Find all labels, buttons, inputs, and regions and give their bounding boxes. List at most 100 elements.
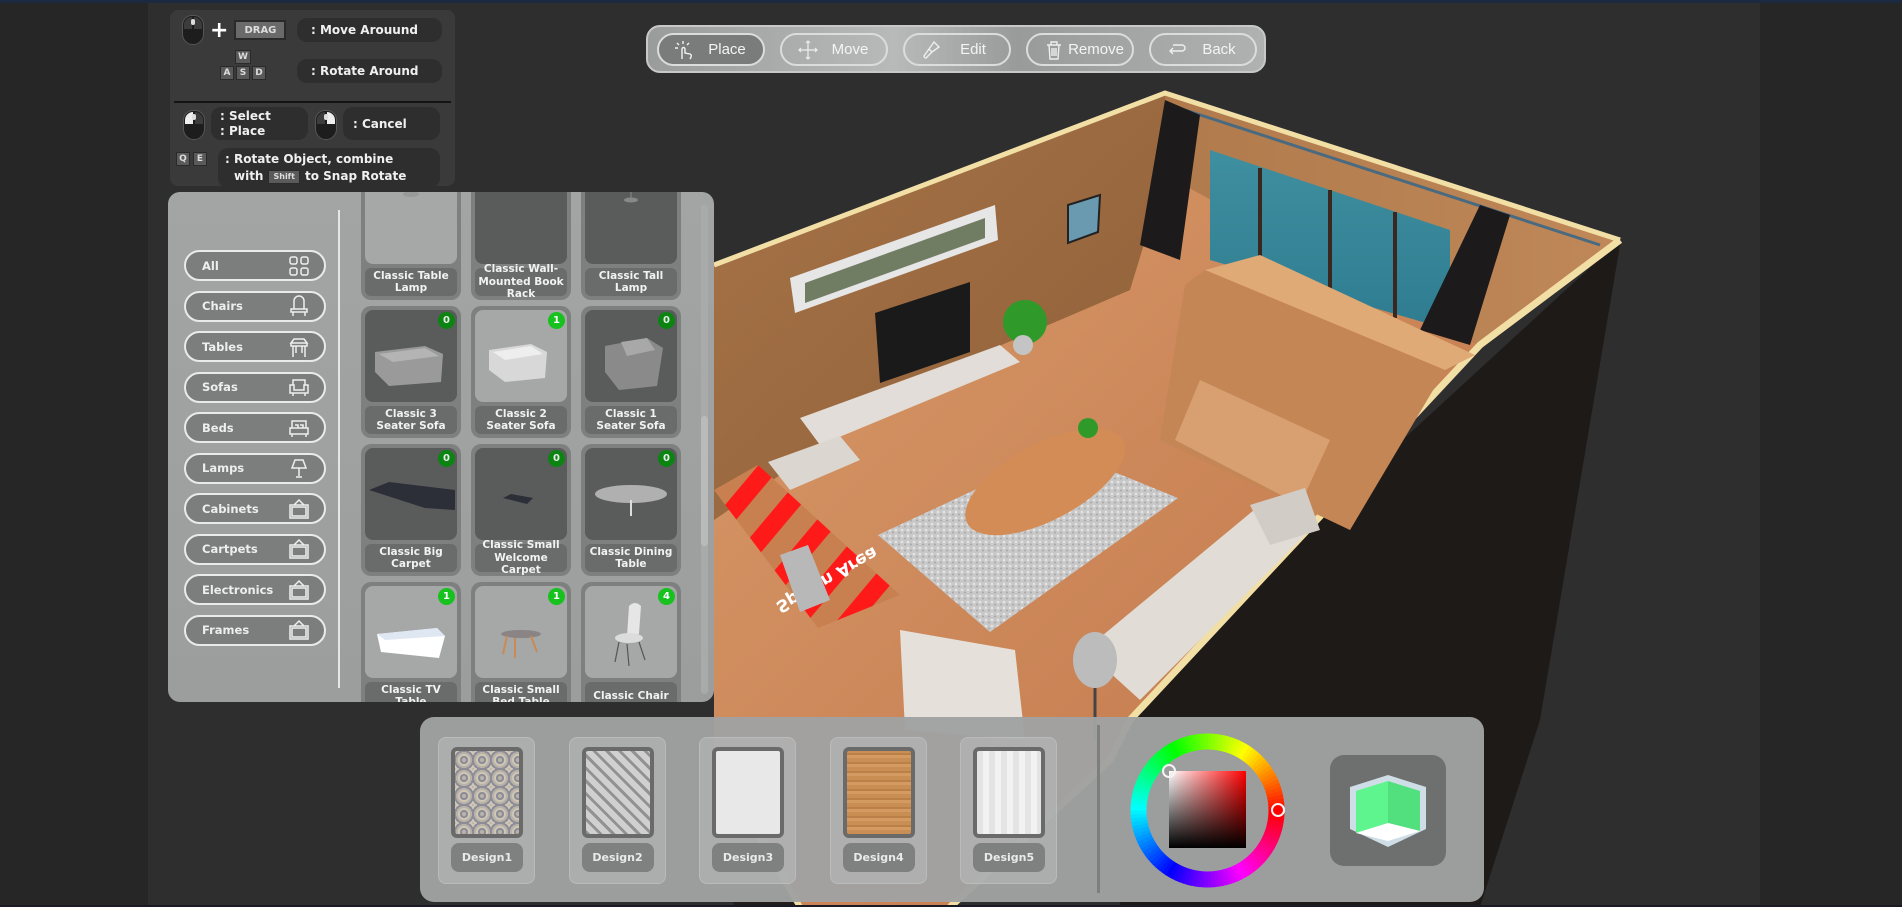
rotate-object-line1: : Rotate Object, combine bbox=[225, 152, 394, 166]
design-option-3[interactable]: Design3 bbox=[699, 737, 796, 884]
cube-preview-icon bbox=[1350, 774, 1426, 847]
catalog-item[interactable]: Classic Wall-Mounted Book Rack bbox=[471, 192, 571, 300]
item-name: Classic TV Table bbox=[365, 682, 457, 702]
controls-help-panel: + DRAG : Move Arouund W A S D : Rotate A… bbox=[170, 10, 455, 188]
catalog-scrollbar[interactable] bbox=[701, 204, 708, 694]
catalog-item[interactable]: 0 Classic 3 Seater Sofa bbox=[361, 306, 461, 438]
item-name: Classic Dining Table bbox=[585, 544, 677, 572]
item-thumbnail bbox=[585, 192, 677, 264]
item-count-badge: 0 bbox=[658, 450, 675, 467]
back-button[interactable]: Back bbox=[1149, 33, 1257, 66]
catalog-item[interactable]: 0 Classic Dining Table bbox=[581, 444, 681, 576]
select-place-hint: : Select : Place bbox=[211, 107, 308, 140]
chair-icon bbox=[288, 295, 310, 317]
design-option-2[interactable]: Design2 bbox=[568, 737, 666, 884]
catalog-item[interactable]: 1 Classic 2 Seater Sofa bbox=[471, 306, 571, 438]
catalog-item[interactable]: 0 Classic Small Welcome Carpet bbox=[471, 444, 571, 576]
plant-pot bbox=[1013, 335, 1033, 355]
category-cabinets[interactable]: Cabinets bbox=[184, 493, 326, 524]
place-button[interactable]: Place bbox=[657, 33, 765, 66]
drag-hint-keys: + DRAG bbox=[182, 15, 287, 45]
key-w: W bbox=[235, 50, 251, 64]
back-label: Back bbox=[1202, 41, 1236, 58]
item-name: Classic Wall-Mounted Book Rack bbox=[475, 263, 567, 300]
category-label: Beds bbox=[202, 420, 234, 435]
place-label: : Place bbox=[220, 123, 266, 138]
item-count-badge: 0 bbox=[438, 450, 455, 467]
category-label: Lamps bbox=[202, 461, 245, 475]
edit-label: Edit bbox=[960, 41, 986, 58]
category-lamps[interactable]: Lamps bbox=[184, 452, 326, 484]
category-frames[interactable]: Frames bbox=[184, 614, 326, 646]
item-name: Classic 2 Seater Sofa bbox=[475, 406, 567, 434]
item-name: Classic Table Lamp bbox=[365, 268, 457, 296]
trash-icon bbox=[1040, 39, 1068, 61]
category-sofas[interactable]: Sofas bbox=[184, 371, 326, 403]
item-name: Classic 1 Seater Sofa bbox=[585, 406, 677, 434]
design-label: Design2 bbox=[581, 843, 654, 872]
item-count-badge: 1 bbox=[548, 588, 565, 605]
design-swatch bbox=[973, 747, 1045, 838]
key-a: A bbox=[220, 66, 234, 80]
grid-icon bbox=[288, 255, 310, 277]
saturation-value-shade bbox=[1169, 771, 1246, 848]
move-button[interactable]: Move bbox=[780, 33, 888, 66]
wasd-keys: W A S D bbox=[220, 50, 266, 80]
move-arrows-icon bbox=[794, 39, 822, 61]
frame-icon bbox=[288, 498, 310, 520]
table-plant bbox=[1078, 418, 1098, 438]
category-label: All bbox=[202, 258, 219, 273]
category-label: Electronics bbox=[202, 582, 274, 597]
catalog-item[interactable]: 0 Classic 1 Seater Sofa bbox=[581, 306, 681, 438]
item-name: Classic Small Welcome Carpet bbox=[475, 539, 567, 576]
plus-icon: + bbox=[210, 17, 229, 43]
category-electronics[interactable]: Electronics bbox=[184, 574, 326, 605]
key-q: Q bbox=[176, 152, 190, 166]
color-preview-cube-button[interactable] bbox=[1330, 755, 1446, 866]
item-thumbnail bbox=[475, 192, 567, 264]
design-option-4[interactable]: Design4 bbox=[829, 737, 927, 884]
category-beds[interactable]: Beds bbox=[184, 412, 326, 443]
item-count-badge: 0 bbox=[548, 450, 565, 467]
item-count-badge: 4 bbox=[658, 588, 675, 605]
table-icon bbox=[288, 336, 310, 358]
category-label: Chairs bbox=[202, 299, 243, 313]
design-label: Design5 bbox=[973, 843, 1045, 872]
color-picker[interactable] bbox=[1130, 733, 1285, 888]
move-around-hint: : Move Arouund bbox=[297, 18, 442, 42]
furniture-catalog-panel: All Chairs Tables Sofas Beds Lamps Cabinets Car… bbox=[168, 192, 714, 702]
catalog-item[interactable]: 0 Classic Big Carpet bbox=[361, 444, 461, 576]
catalog-item[interactable]: 1 Classic Small Bed Table bbox=[471, 582, 571, 702]
category-label: Frames bbox=[202, 623, 250, 637]
help-divider bbox=[174, 101, 451, 103]
rotate-object-hint: : Rotate Object, combine with Shift to S… bbox=[218, 148, 440, 188]
category-tables[interactable]: Tables bbox=[184, 331, 326, 362]
category-all[interactable]: All bbox=[184, 250, 326, 281]
design-option-5[interactable]: Design5 bbox=[960, 737, 1057, 884]
key-s: S bbox=[236, 66, 250, 80]
mouse-icon bbox=[182, 15, 204, 45]
remove-button[interactable]: Remove bbox=[1026, 33, 1134, 66]
sofa-icon bbox=[288, 376, 310, 398]
catalog-item[interactable]: Classic Table Lamp bbox=[361, 192, 461, 300]
catalog-divider bbox=[338, 210, 340, 688]
design-label: Design1 bbox=[451, 843, 523, 872]
qe-keys: Q E bbox=[176, 152, 207, 166]
design-label: Design3 bbox=[712, 843, 784, 872]
remove-label: Remove bbox=[1068, 41, 1124, 58]
place-label: Place bbox=[708, 41, 746, 58]
category-cartpets[interactable]: Cartpets bbox=[184, 533, 326, 565]
lamp-icon bbox=[288, 457, 310, 479]
edit-button[interactable]: Edit bbox=[903, 33, 1011, 66]
category-chairs[interactable]: Chairs bbox=[184, 290, 326, 322]
catalog-item[interactable]: 4 Classic Chair bbox=[581, 582, 681, 702]
design-option-1[interactable]: Design1 bbox=[438, 737, 535, 884]
hue-handle[interactable] bbox=[1271, 803, 1285, 817]
tap-hand-icon bbox=[671, 39, 699, 61]
design-swatch bbox=[451, 747, 523, 838]
catalog-scroll-thumb[interactable] bbox=[701, 416, 708, 546]
catalog-item[interactable]: 1 Classic TV Table bbox=[361, 582, 461, 702]
item-count-badge: 1 bbox=[438, 588, 455, 605]
design-swatch bbox=[712, 747, 784, 838]
catalog-item[interactable]: Classic Tall Lamp bbox=[581, 192, 681, 300]
